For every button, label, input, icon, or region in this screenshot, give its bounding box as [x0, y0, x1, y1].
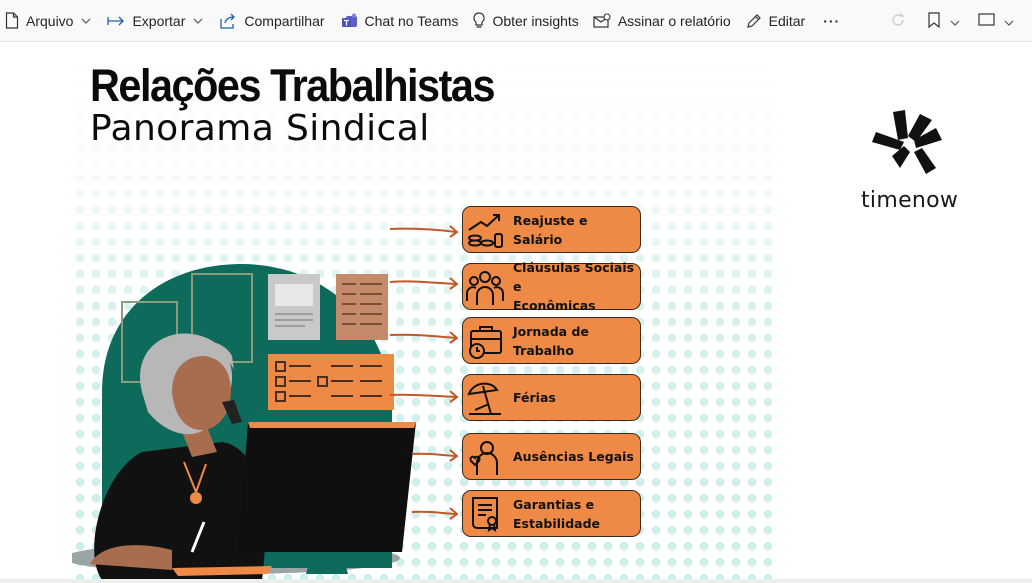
pencil-icon	[746, 13, 762, 29]
mail-subscribe-icon	[593, 13, 611, 28]
topic-reajuste-salario[interactable]: Reajuste e Salário	[462, 206, 641, 253]
chevron-down-icon	[81, 18, 91, 24]
more-options-button[interactable]: ···	[823, 0, 840, 42]
chevron-down-icon	[193, 18, 203, 24]
topic-ausencias-legais-label: Ausências Legais	[513, 449, 634, 464]
insights-label: Obter insights	[492, 12, 579, 29]
lightbulb-icon	[473, 12, 485, 29]
topic-clausulas-sociais[interactable]: Cláusulas Sociais e Econômicas	[462, 260, 641, 313]
share-button-label: Compartilhar	[244, 12, 325, 29]
topic-clausulas-sociais-line2: Econômicas	[513, 298, 596, 313]
file-menu[interactable]: Arquivo	[5, 0, 91, 42]
topic-ferias[interactable]: Férias	[462, 374, 641, 421]
share-button[interactable]: Compartilhar	[219, 0, 325, 42]
topic-garantias-line2: Estabilidade	[513, 515, 600, 531]
refresh-button[interactable]	[890, 0, 906, 42]
export-arrow-icon	[107, 15, 125, 27]
people-group-icon	[463, 265, 507, 309]
edit-button[interactable]: Editar	[746, 0, 806, 42]
timenow-logo-icon	[872, 110, 942, 174]
bookmark-button[interactable]	[928, 0, 960, 42]
bookmark-icon	[928, 11, 940, 31]
logo-text: timenow	[861, 188, 959, 213]
canvas-bottom-bar	[0, 579, 1032, 583]
more-options-label: ···	[823, 12, 841, 29]
woman-computer-illustration	[72, 264, 416, 580]
briefcase-clock-icon	[463, 319, 507, 363]
view-button[interactable]	[978, 0, 1014, 42]
topic-reajuste-salario-label: Reajuste e Salário	[513, 212, 588, 247]
teams-chat-label: Chat no Teams	[364, 12, 459, 29]
certificate-icon	[463, 492, 507, 536]
subscribe-report-label: Assinar o relatório	[617, 12, 731, 29]
subscribe-report-button[interactable]: Assinar o relatório	[593, 0, 731, 42]
file-icon	[5, 12, 19, 29]
share-icon	[219, 13, 237, 29]
chevron-down-icon	[1004, 13, 1014, 29]
refresh-icon	[890, 12, 906, 31]
export-menu-label: Exportar	[132, 12, 186, 29]
topic-ferias-label: Férias	[513, 390, 556, 405]
topic-garantias-estabilidade[interactable]: Garantias e Estabilidade	[462, 490, 641, 537]
teams-icon	[341, 13, 358, 29]
topic-jornada-trabalho-line2: Trabalho	[513, 342, 574, 358]
topic-clausulas-sociais-line1: Cláusulas Sociais e	[513, 260, 635, 294]
beach-umbrella-icon	[463, 376, 507, 420]
topic-garantias-line1: Garantias e	[513, 496, 595, 512]
export-menu[interactable]: Exportar	[107, 0, 203, 42]
report-title: Relações Trabalhistas	[90, 60, 495, 111]
topic-jornada-trabalho[interactable]: Jornada de Trabalho	[462, 317, 641, 364]
report-subtitle: Panorama Sindical	[90, 108, 430, 149]
report-toolbar: Arquivo Exportar Compartilhar Chat no Te…	[0, 0, 1032, 42]
report-canvas: Relações Trabalhistas Panorama Sindical …	[0, 42, 1032, 583]
person-heart-icon	[463, 435, 507, 479]
insights-button[interactable]: Obter insights	[473, 0, 579, 42]
salary-growth-icon	[463, 208, 507, 252]
topic-ausencias-legais[interactable]: Ausências Legais	[462, 433, 641, 480]
file-menu-label: Arquivo	[26, 12, 74, 29]
topic-connector-arrows	[389, 225, 459, 520]
view-window-icon	[978, 13, 995, 29]
edit-label: Editar	[768, 12, 806, 29]
teams-chat-button[interactable]: Chat no Teams	[341, 0, 459, 42]
chevron-down-icon	[950, 13, 960, 29]
topic-jornada-trabalho-line1: Jornada de	[513, 323, 589, 339]
